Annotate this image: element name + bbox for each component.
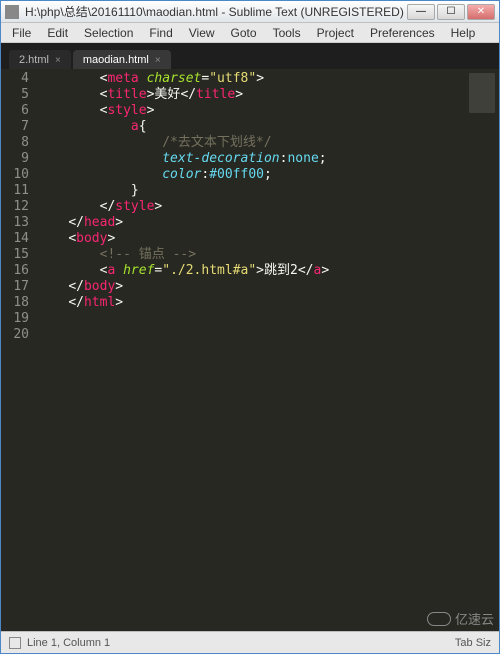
menu-item-edit[interactable]: Edit (40, 24, 75, 42)
status-left[interactable]: Line 1, Column 1 (9, 637, 110, 649)
line-number: 5 (1, 87, 37, 103)
line-number: 16 (1, 263, 37, 279)
close-icon[interactable]: × (55, 55, 61, 66)
editor[interactable]: 4567891011121314151617181920 <meta chars… (1, 69, 499, 631)
code-line (37, 311, 465, 327)
maximize-button[interactable]: ☐ (437, 4, 465, 20)
app-icon (5, 5, 19, 19)
menu-item-preferences[interactable]: Preferences (363, 24, 442, 42)
line-number: 18 (1, 295, 37, 311)
tab-size-indicator[interactable]: Tab Siz (455, 637, 491, 649)
code-line: text-decoration:none; (37, 151, 465, 167)
cursor-position: Line 1, Column 1 (27, 637, 110, 649)
line-number: 6 (1, 103, 37, 119)
tab-2-html[interactable]: 2.html × (9, 50, 71, 69)
menu-item-find[interactable]: Find (142, 24, 179, 42)
code-line: </html> (37, 295, 465, 311)
minimap-viewport[interactable] (469, 73, 495, 113)
line-number: 12 (1, 199, 37, 215)
minimize-button[interactable]: — (407, 4, 435, 20)
statusbar: Line 1, Column 1 Tab Siz (1, 631, 499, 653)
code-line: <!-- 锚点 --> (37, 247, 465, 263)
line-numbers: 4567891011121314151617181920 (1, 69, 37, 631)
menu-item-view[interactable]: View (182, 24, 222, 42)
code-line: <a href="./2.html#a">跳到2</a> (37, 263, 465, 279)
close-icon[interactable]: × (155, 55, 161, 66)
status-icon (9, 637, 21, 649)
menu-item-selection[interactable]: Selection (77, 24, 140, 42)
code-line: <style> (37, 103, 465, 119)
tabbar: 2.html × maodian.html × (1, 43, 499, 69)
window-title: H:\php\总结\20161110\maodian.html - Sublim… (25, 3, 407, 20)
line-number: 20 (1, 327, 37, 343)
tab-maodian-html[interactable]: maodian.html × (73, 50, 171, 69)
line-number: 11 (1, 183, 37, 199)
close-button[interactable]: ✕ (467, 4, 495, 20)
line-number: 13 (1, 215, 37, 231)
code-line: </style> (37, 199, 465, 215)
code-line: /*去文本下划线*/ (37, 135, 465, 151)
menu-item-goto[interactable]: Goto (224, 24, 264, 42)
app-window: H:\php\总结\20161110\maodian.html - Sublim… (0, 0, 500, 654)
menu-item-help[interactable]: Help (444, 24, 483, 42)
line-number: 8 (1, 135, 37, 151)
code-line: a{ (37, 119, 465, 135)
line-number: 14 (1, 231, 37, 247)
line-number: 7 (1, 119, 37, 135)
code-line: <meta charset="utf8"> (37, 71, 465, 87)
menu-item-project[interactable]: Project (310, 24, 361, 42)
code-line: <title>美好</title> (37, 87, 465, 103)
line-number: 15 (1, 247, 37, 263)
tab-label: 2.html (19, 54, 49, 66)
code-line: </body> (37, 279, 465, 295)
line-number: 19 (1, 311, 37, 327)
titlebar: H:\php\总结\20161110\maodian.html - Sublim… (1, 1, 499, 23)
code-line: } (37, 183, 465, 199)
menubar: FileEditSelectionFindViewGotoToolsProjec… (1, 23, 499, 43)
code-line: color:#00ff00; (37, 167, 465, 183)
menu-item-file[interactable]: File (5, 24, 38, 42)
line-number: 9 (1, 151, 37, 167)
menu-item-tools[interactable]: Tools (266, 24, 308, 42)
minimap[interactable] (465, 69, 499, 631)
code-line: <body> (37, 231, 465, 247)
line-number: 4 (1, 71, 37, 87)
window-controls: — ☐ ✕ (407, 4, 495, 20)
code-line (37, 327, 465, 343)
code-line: </head> (37, 215, 465, 231)
line-number: 10 (1, 167, 37, 183)
code-content[interactable]: <meta charset="utf8"> <title>美好</title> … (37, 69, 465, 631)
tab-label: maodian.html (83, 54, 149, 66)
line-number: 17 (1, 279, 37, 295)
